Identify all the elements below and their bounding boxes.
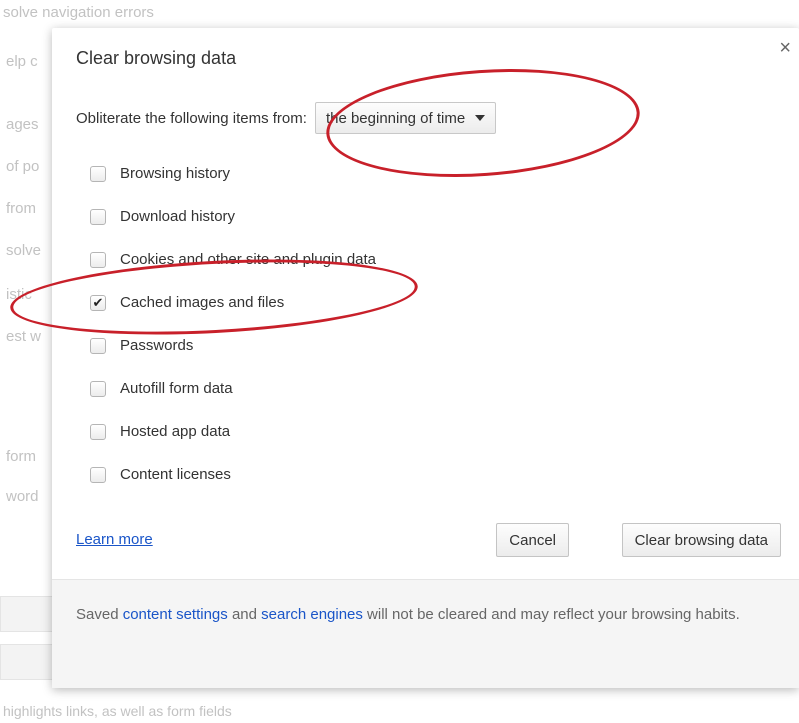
checkbox[interactable] bbox=[90, 466, 106, 483]
option-label: Content licenses bbox=[120, 466, 231, 483]
content-settings-link[interactable]: content settings bbox=[123, 606, 228, 623]
bg-fragment: form bbox=[6, 448, 36, 465]
bg-fragment: from bbox=[6, 200, 36, 217]
dialog-title: Clear browsing data bbox=[76, 48, 237, 68]
bg-bottom-text: highlights links, as well as form fields bbox=[3, 703, 232, 719]
info-text-part: Saved bbox=[76, 606, 123, 623]
option-content-licenses[interactable]: Content licenses bbox=[90, 453, 376, 496]
option-hosted-app-data[interactable]: Hosted app data bbox=[90, 410, 376, 453]
clear-browsing-dialog: Clear browsing data × Obliterate the fol… bbox=[52, 28, 799, 688]
option-label: Hosted app data bbox=[120, 423, 231, 440]
option-download-history[interactable]: Download history bbox=[90, 195, 376, 238]
clear-browsing-data-button[interactable]: Clear browsing data bbox=[621, 523, 781, 557]
time-range-value: the beginning of time bbox=[325, 109, 466, 127]
bg-fragment: solve bbox=[6, 242, 42, 259]
bg-fragment: word bbox=[6, 488, 39, 505]
data-type-options: Browsing history Download history Cookie… bbox=[90, 152, 376, 496]
checkbox[interactable] bbox=[90, 423, 106, 440]
time-range-row: Obliterate the following items from: the… bbox=[76, 102, 497, 134]
checkbox[interactable] bbox=[90, 208, 106, 225]
option-cached-images[interactable]: ✔ Cached images and files bbox=[90, 281, 376, 324]
cancel-button[interactable]: Cancel bbox=[496, 523, 569, 557]
info-footer: Saved content settings and search engine… bbox=[52, 579, 799, 688]
close-icon[interactable]: × bbox=[779, 38, 791, 58]
checkbox[interactable] bbox=[90, 337, 106, 354]
option-label: Autofill form data bbox=[120, 380, 233, 397]
dropdown-caret-icon bbox=[475, 115, 486, 121]
option-autofill[interactable]: Autofill form data bbox=[90, 367, 376, 410]
checkbox[interactable]: ✔ bbox=[90, 294, 106, 311]
learn-more-link[interactable]: Learn more bbox=[76, 531, 153, 548]
bg-fragment: of po bbox=[6, 158, 40, 175]
bg-fragment: elp c bbox=[6, 53, 38, 70]
time-range-label: Obliterate the following items from: bbox=[76, 109, 307, 127]
option-label: Passwords bbox=[120, 337, 194, 354]
checkbox[interactable] bbox=[90, 251, 106, 268]
option-browsing-history[interactable]: Browsing history bbox=[90, 152, 376, 195]
search-engines-link[interactable]: search engines bbox=[261, 606, 363, 623]
dialog-actions: Learn more Cancel Clear browsing data bbox=[76, 523, 781, 557]
time-range-select[interactable]: the beginning of time bbox=[314, 102, 497, 134]
bg-fragment: est w bbox=[6, 328, 42, 345]
bg-top-text: solve navigation errors bbox=[3, 4, 154, 21]
option-cookies[interactable]: Cookies and other site and plugin data bbox=[90, 238, 376, 281]
info-text-part: and bbox=[227, 606, 262, 623]
info-text-part: will not be cleared and may reflect your… bbox=[362, 606, 740, 623]
bg-fragment: ages bbox=[6, 116, 39, 133]
info-text: Saved content settings and search engine… bbox=[76, 600, 756, 630]
option-label: Download history bbox=[120, 208, 236, 225]
option-label: Cached images and files bbox=[120, 294, 285, 311]
option-label: Browsing history bbox=[120, 165, 231, 182]
checkbox[interactable] bbox=[90, 165, 106, 182]
option-passwords[interactable]: Passwords bbox=[90, 324, 376, 367]
option-label: Cookies and other site and plugin data bbox=[120, 251, 377, 268]
checkbox[interactable] bbox=[90, 380, 106, 397]
bg-fragment: istic bbox=[6, 286, 32, 303]
